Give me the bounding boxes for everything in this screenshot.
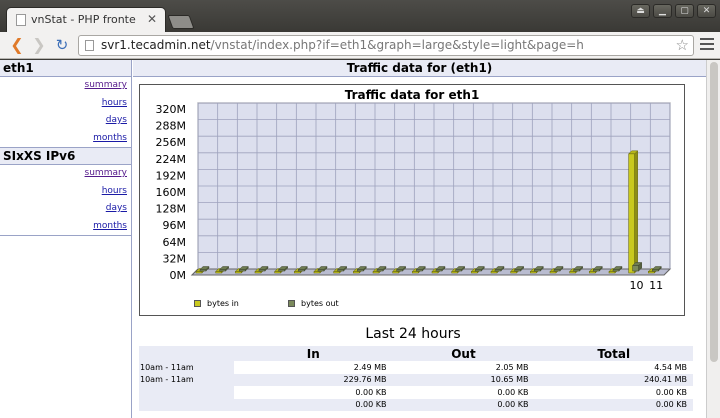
table-cell: 0.00 KB xyxy=(392,398,535,411)
table-cell: 2.05 MB xyxy=(392,361,535,374)
window-eject-button[interactable]: ⏏ xyxy=(631,4,650,18)
traffic-chart: 0M 32M 64M 96M 128M 160M 192M 224M 256M 288M 320M 1… xyxy=(139,84,685,316)
page-viewport: eth1 summary hours days months SIxXS IPv… xyxy=(0,60,706,418)
table-cell: 10.65 MB xyxy=(392,373,535,386)
chart-title: Traffic data for eth1 xyxy=(344,88,480,102)
table-cell: 0.00 KB xyxy=(534,398,693,411)
y-tick-label: 160M xyxy=(156,186,187,199)
link-summary[interactable]: summary xyxy=(0,77,131,95)
link-months[interactable]: months xyxy=(0,130,131,148)
window-close-button[interactable]: ✕ xyxy=(697,4,716,18)
legend-swatch xyxy=(288,300,295,307)
main-content: Traffic data for (eth1) 0M 32M 64M 96M 128M 1… xyxy=(133,60,706,418)
y-tick-label: 96M xyxy=(163,219,187,232)
bar xyxy=(632,265,639,272)
legend-bytes-in: bytes in xyxy=(194,299,239,308)
legend-label: bytes in xyxy=(207,299,239,308)
page-icon xyxy=(16,14,26,26)
back-arrow-icon[interactable]: ❮ xyxy=(7,35,27,55)
legend-label: bytes out xyxy=(301,299,339,308)
table-cell: 2.49 MB xyxy=(234,361,393,374)
tab-close-icon[interactable]: ✕ xyxy=(147,12,157,26)
legend-swatch xyxy=(194,300,201,307)
table-header-row: In Out Total xyxy=(139,346,693,361)
link-months[interactable]: months xyxy=(0,218,131,236)
y-tick-label: 320M xyxy=(156,103,187,116)
bar xyxy=(628,153,635,274)
column-header: Out xyxy=(392,346,535,361)
hours-table: In Out Total 10am - 11am 2.49 MB 2.05 MB… xyxy=(139,346,693,411)
table-row: 10am - 11am 2.49 MB 2.05 MB 4.54 MB xyxy=(139,361,693,374)
y-tick-label: 192M xyxy=(156,169,187,182)
interface-sixxs: SIxXS IPv6 summary hours days months xyxy=(0,148,131,236)
x-tick-label: 11 xyxy=(649,279,663,292)
table-cell: 10am - 11am xyxy=(139,373,234,386)
window-maximize-button[interactable]: ▢ xyxy=(675,4,694,18)
link-summary[interactable]: summary xyxy=(0,165,131,183)
link-hours[interactable]: hours xyxy=(0,183,131,201)
hamburger-menu-icon[interactable] xyxy=(700,38,714,53)
y-tick-label: 128M xyxy=(156,203,187,216)
y-tick-label: 256M xyxy=(156,136,187,149)
legend-bytes-out: bytes out xyxy=(288,299,339,308)
column-header: Total xyxy=(534,346,693,361)
reload-icon[interactable]: ↻ xyxy=(52,35,72,55)
url-path: /vnstat/index.php?if=eth1&graph=large&st… xyxy=(210,38,584,52)
new-tab-button[interactable] xyxy=(167,15,195,29)
table-cell: 4.54 MB xyxy=(534,361,693,374)
table-cell xyxy=(139,398,234,411)
plot-background xyxy=(190,102,671,276)
y-tick-label: 288M xyxy=(156,120,187,133)
table-cell: 0.00 KB xyxy=(234,398,393,411)
table-cell: 229.76 MB xyxy=(234,373,393,386)
browser-tab[interactable]: vnStat - PHP fronte ✕ xyxy=(6,7,166,32)
url-text[interactable]: svr1.tecadmin.net/vnstat/index.php?if=et… xyxy=(101,38,584,52)
table-row: 0.00 KB 0.00 KB 0.00 KB xyxy=(139,398,693,411)
table-row: 0.00 KB 0.00 KB 0.00 KB xyxy=(139,386,693,399)
y-tick-label: 32M xyxy=(163,252,187,265)
url-host: svr1.tecadmin.net xyxy=(101,38,211,52)
table-cell: 0.00 KB xyxy=(534,386,693,399)
y-tick-label: 224M xyxy=(156,153,187,166)
link-days[interactable]: days xyxy=(0,112,131,130)
window-controls: ⏏ ▁ ▢ ✕ xyxy=(631,4,716,18)
table-cell: 240.41 MB xyxy=(534,373,693,386)
table-cell xyxy=(139,386,234,399)
interface-sidebar: eth1 summary hours days months SIxXS IPv… xyxy=(0,60,132,418)
table-cell: 0.00 KB xyxy=(392,386,535,399)
window-minimize-button[interactable]: ▁ xyxy=(653,4,672,18)
title-bar: vnStat - PHP fronte ✕ ⏏ ▁ ▢ ✕ xyxy=(0,0,720,32)
bookmark-star-icon[interactable]: ☆ xyxy=(676,36,689,54)
page-icon xyxy=(85,40,94,51)
table-cell: 0.00 KB xyxy=(234,386,393,399)
link-days[interactable]: days xyxy=(0,200,131,218)
y-tick-label: 64M xyxy=(163,236,187,249)
tab-title: vnStat - PHP fronte xyxy=(31,13,136,26)
forward-arrow-icon[interactable]: ❯ xyxy=(29,35,49,55)
interface-name: SIxXS IPv6 xyxy=(0,148,131,165)
vertical-scrollbar[interactable] xyxy=(706,60,720,418)
scrollbar-thumb[interactable] xyxy=(710,62,718,362)
table-row: 10am - 11am 229.76 MB 10.65 MB 240.41 MB xyxy=(139,373,693,386)
interface-eth1: eth1 summary hours days months xyxy=(0,60,131,148)
browser-toolbar: ❮ ❯ ↻ svr1.tecadmin.net/vnstat/index.php… xyxy=(0,32,720,59)
column-header: In xyxy=(234,346,393,361)
table-cell: 10am - 11am xyxy=(139,361,234,374)
page-title: Traffic data for (eth1) xyxy=(133,60,706,77)
y-tick-label: 0M xyxy=(170,269,187,282)
interface-name: eth1 xyxy=(0,60,131,77)
x-tick-label: 10 xyxy=(630,279,644,292)
bar-side xyxy=(634,150,638,274)
chart-canvas: 0M 32M 64M 96M 128M 160M 192M 224M 256M 288M 320M 1… xyxy=(156,102,672,292)
section-title: Last 24 hours xyxy=(365,326,461,342)
address-bar[interactable]: svr1.tecadmin.net/vnstat/index.php?if=et… xyxy=(78,35,694,56)
column-header xyxy=(139,346,234,361)
link-hours[interactable]: hours xyxy=(0,95,131,113)
